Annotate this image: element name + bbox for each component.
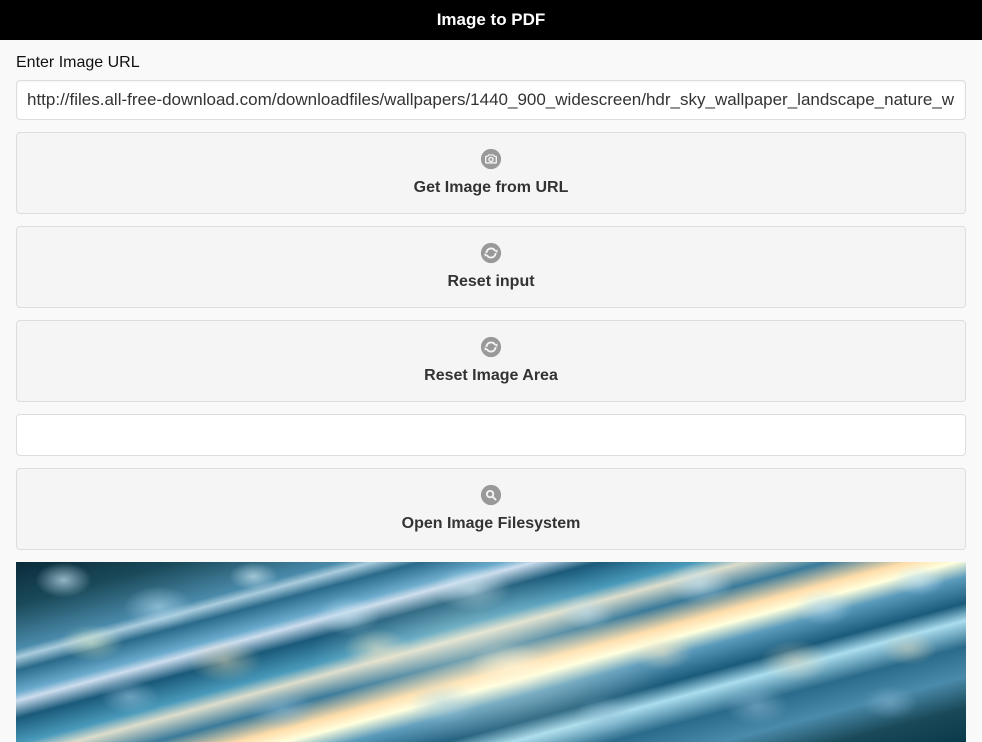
main-content: Enter Image URL Get Image from URL Reset… xyxy=(0,40,982,742)
image-url-input[interactable] xyxy=(16,80,966,120)
reset-input-button[interactable]: Reset input xyxy=(16,226,966,308)
camera-icon xyxy=(479,147,503,171)
app-header: Image to PDF xyxy=(0,0,982,40)
get-image-button[interactable]: Get Image from URL xyxy=(16,132,966,214)
image-preview xyxy=(16,562,966,742)
url-label: Enter Image URL xyxy=(16,54,966,72)
refresh-icon xyxy=(479,241,503,265)
search-icon xyxy=(479,483,503,507)
open-filesystem-label: Open Image Filesystem xyxy=(402,515,581,533)
refresh-icon xyxy=(479,335,503,359)
get-image-label: Get Image from URL xyxy=(414,179,569,197)
reset-area-label: Reset Image Area xyxy=(424,367,558,385)
reset-area-button[interactable]: Reset Image Area xyxy=(16,320,966,402)
open-filesystem-button[interactable]: Open Image Filesystem xyxy=(16,468,966,550)
app-title: Image to PDF xyxy=(437,10,546,29)
file-input-row[interactable] xyxy=(16,414,966,456)
reset-input-label: Reset input xyxy=(447,273,534,291)
